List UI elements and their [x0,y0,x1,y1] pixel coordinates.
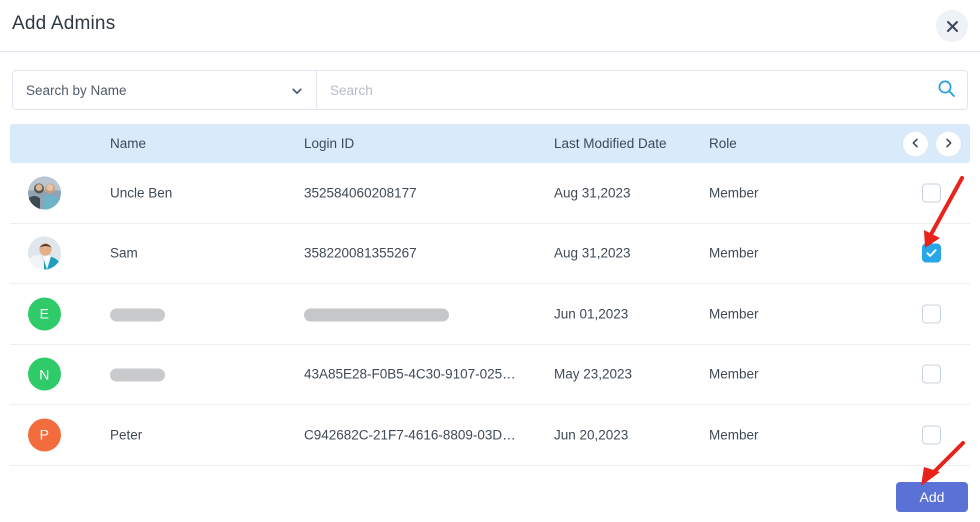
search-input-wrap [317,71,967,109]
pagination-prev-button[interactable] [903,131,928,156]
cell-login-id: C942682C-21F7-4616-8809-03D… [304,427,516,443]
cell-login-id: 352584060208177 [304,185,417,201]
cell-role: Member [709,245,759,261]
search-bar: Search by Name [12,70,968,110]
add-admins-dialog: Add Admins Search by Name Search Name Lo… [0,0,980,522]
cell-name: Sam [110,245,138,261]
search-icon [937,79,956,101]
row-checkbox[interactable] [922,243,941,263]
cell-name: Peter [110,427,143,443]
chevron-down-icon [291,84,303,96]
search-button[interactable] [935,79,957,101]
table-row[interactable]: Sam 358220081355267 Aug 31,2023 Member [10,223,970,284]
cell-role: Member [709,427,759,443]
column-header-role: Role [709,136,737,151]
avatar-initial: N [28,357,61,391]
pagination-next-button[interactable] [936,131,961,156]
column-header-login-id: Login ID [304,136,355,151]
pagination-controls [903,131,961,156]
table-row[interactable]: N 43A85E28-F0B5-4C30-9107-025… May 23,2023… [10,344,970,405]
chevron-right-icon [943,136,954,151]
page-title: Add Admins [12,13,116,34]
cell-last-modified-date: May 23,2023 [554,366,633,382]
cell-role: Member [709,306,759,322]
cell-last-modified-date: Aug 31,2023 [554,245,631,261]
column-header-name: Name [110,136,147,151]
table-row[interactable]: P Peter C942682C-21F7-4616-8809-03D… Jun 20… [10,405,970,466]
row-checkbox[interactable] [922,425,941,445]
cell-name [110,306,165,322]
table-header-row: Name Login ID Last Modified Date Role [10,124,970,163]
cell-login-id: 358220081355267 [304,245,417,261]
table-row[interactable]: Uncle Ben 352584060208177 Aug 31,2023 Membe… [10,163,970,224]
row-checkbox[interactable] [922,183,941,203]
close-icon [945,19,960,34]
cell-last-modified-date: Jun 01,2023 [554,306,629,322]
cell-role: Member [709,185,759,201]
cell-name: Uncle Ben [110,185,173,201]
redacted-name [110,308,165,322]
admins-table: Name Login ID Last Modified Date Role Un… [10,124,970,466]
table-row[interactable]: E Jun 01,2023 Member [10,284,970,345]
table-body: Uncle Ben 352584060208177 Aug 31,2023 Membe… [10,163,970,466]
dialog-header: Add Admins [0,0,980,52]
cell-login-id [304,306,449,322]
cell-last-modified-date: Jun 20,2023 [554,427,629,443]
search-input[interactable] [317,71,967,109]
row-checkbox[interactable] [922,304,941,324]
avatar-initial: P [28,418,61,452]
column-header-last-modified-date: Last Modified Date [554,136,667,151]
row-checkbox[interactable] [922,364,941,384]
redacted-login-id [304,308,449,322]
add-button[interactable]: Add [896,482,968,512]
cell-role: Member [709,366,759,382]
close-button[interactable] [936,10,968,42]
chevron-left-icon [910,136,921,151]
search-filter-select[interactable]: Search by Name [13,71,317,109]
check-icon [926,249,937,258]
cell-login-id: 43A85E28-F0B5-4C30-9107-025… [304,366,516,382]
search-filter-value: Search by Name [26,82,127,98]
avatar [28,236,61,270]
cell-name [110,367,165,382]
avatar [28,176,61,210]
avatar-initial: E [28,297,61,331]
redacted-name [110,368,165,382]
cell-last-modified-date: Aug 31,2023 [554,185,631,201]
